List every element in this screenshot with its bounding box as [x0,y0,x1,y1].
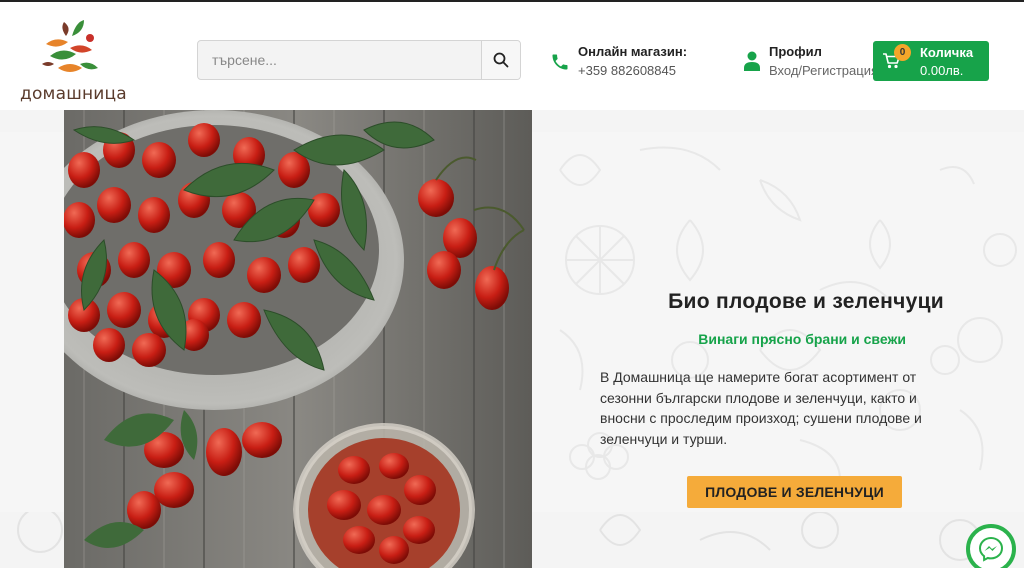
hero-description: В Домашница ще намерите богат асортимент… [600,369,922,447]
cart-total: 0.00лв. [920,63,964,78]
hero-image [64,110,532,568]
logo-mark-icon [42,20,98,72]
login-register-link[interactable]: Вход/Регистрация [769,63,873,78]
logo-text: домашница [20,84,127,104]
hero-title: Био плодове и зеленчуци [668,290,944,313]
search-icon [493,52,509,68]
fruits-vegetables-button[interactable]: ПЛОДОВЕ И ЗЕЛЕНЧУЦИ [687,476,902,508]
rosehip-photo [64,110,532,568]
site-logo[interactable]: домашница [20,16,127,106]
contact-label: Онлайн магазин: [578,44,688,59]
hero-subtitle: Винаги прясно брани и свежи [698,331,906,347]
cart-count-badge: 0 [894,44,911,61]
search-bar [197,40,521,80]
messenger-icon [978,536,1004,562]
site-header: домашница Онлайн магазин: +359 882608845… [0,2,1024,110]
user-icon [744,51,760,71]
contact-phone[interactable]: +359 882608845 [578,63,676,78]
cart-label: Количка [920,45,974,60]
profile-link[interactable]: Профил Вход/Регистрация [743,42,873,82]
search-input[interactable] [198,41,482,79]
search-button[interactable] [481,41,520,79]
profile-label: Профил [769,44,822,59]
cart-button[interactable]: 0 Количка 0.00лв. [873,41,989,81]
messenger-chat-button[interactable] [966,524,1016,568]
phone-icon [552,54,568,70]
